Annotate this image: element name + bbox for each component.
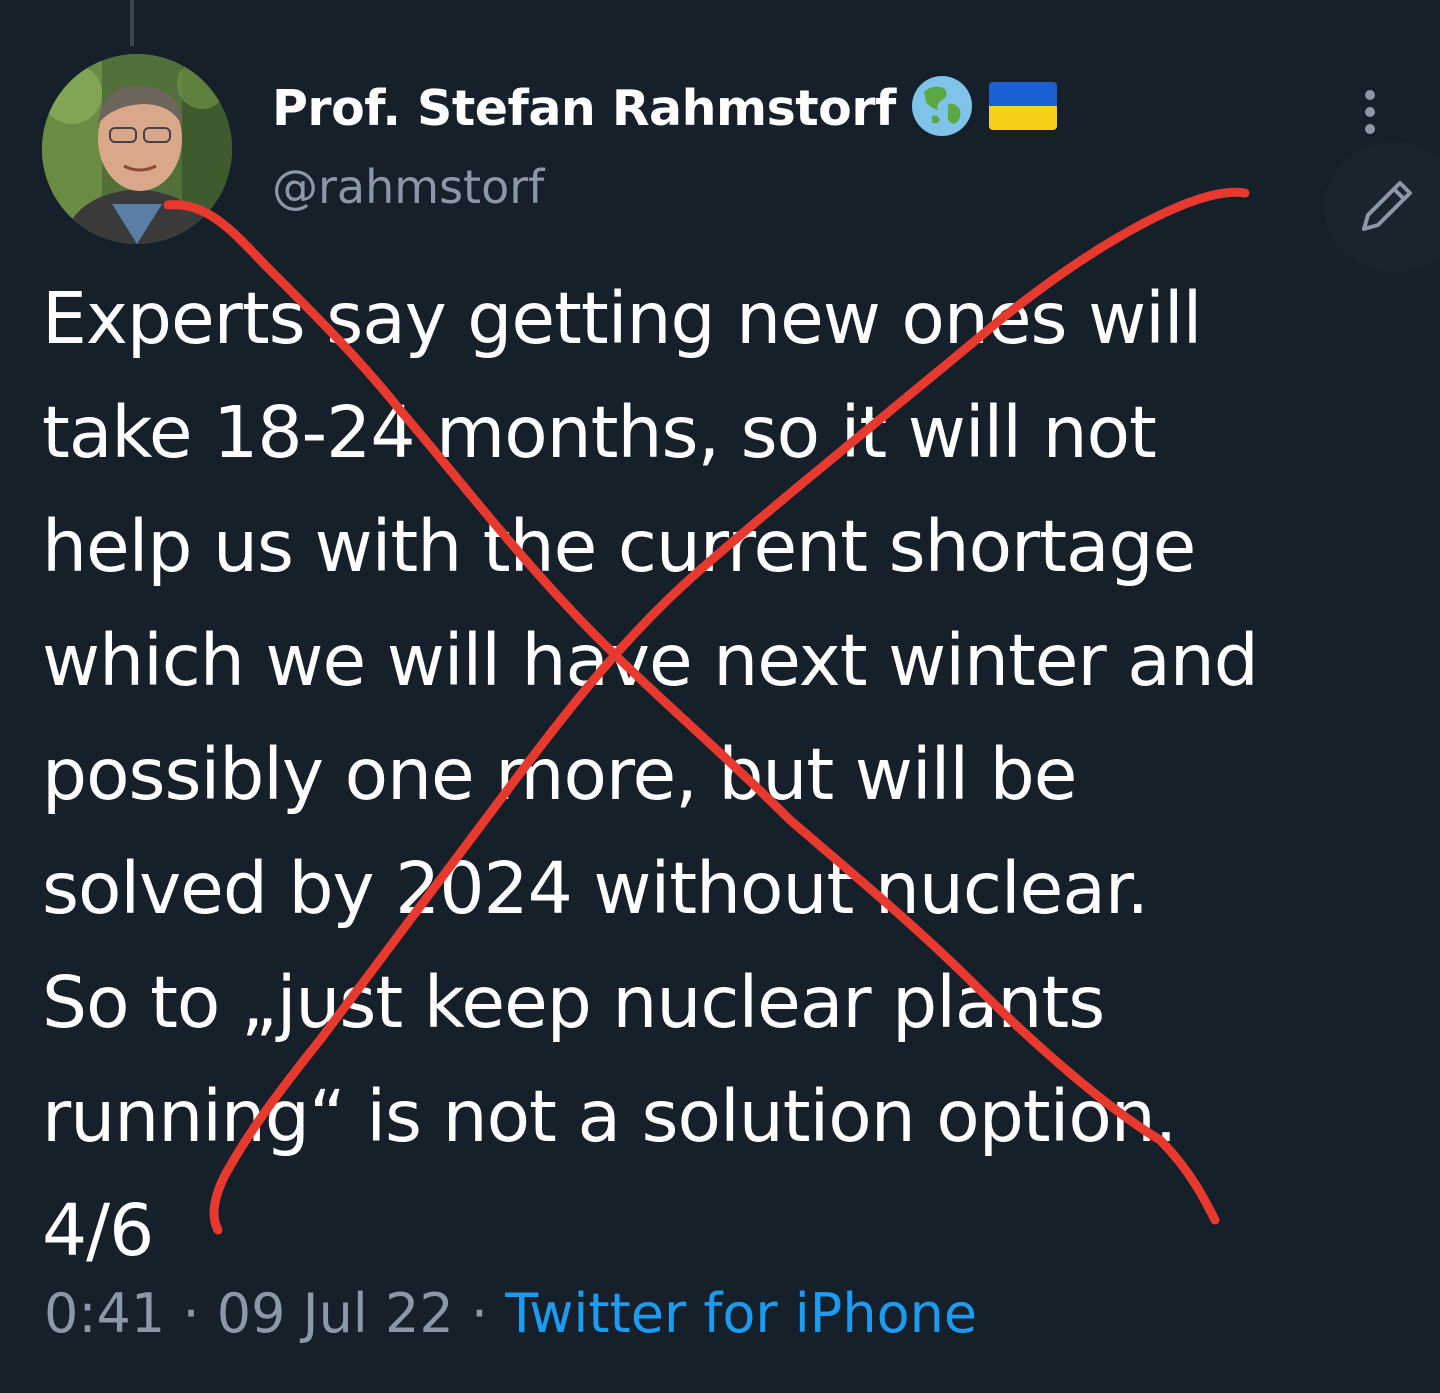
tweet-text-line: which we will have next winter and: [42, 619, 1259, 702]
tweet-time[interactable]: 0:41: [44, 1282, 165, 1345]
tweet-text-line: possibly one more, but will be: [42, 733, 1077, 816]
compose-button[interactable]: [1324, 142, 1440, 272]
more-vertical-icon: [1365, 90, 1375, 134]
author-display-name[interactable]: Prof. Stefan Rahmstorf: [272, 80, 896, 137]
tweet-text-line: Experts say getting new ones will: [42, 277, 1202, 360]
tweet-source-link[interactable]: Twitter for iPhone: [505, 1282, 977, 1345]
meta-separator: ·: [182, 1282, 217, 1345]
tweet-text-line: 4/6: [42, 1189, 154, 1272]
more-options-button[interactable]: [1348, 82, 1392, 142]
tweet-text-line: take 18-24 months, so it will not: [42, 391, 1157, 474]
author-name-row[interactable]: Prof. Stefan Rahmstorf: [272, 72, 1058, 144]
avatar[interactable]: [42, 54, 232, 244]
tweet-meta: 0:41 · 09 Jul 22 · Twitter for iPhone: [44, 1282, 977, 1345]
tweet-text-line: So to „just keep nuclear plants: [42, 961, 1105, 1044]
meta-separator: ·: [470, 1282, 506, 1345]
tweet-text: Experts say getting new ones will take 1…: [42, 262, 1422, 1288]
thread-connector-line: [130, 0, 134, 46]
tweet-text-line: solved by 2024 without nuclear.: [42, 847, 1149, 930]
globe-asia-australia-emoji-icon: [910, 74, 974, 142]
ukraine-flag-emoji-icon: [988, 81, 1058, 135]
tweet-text-line: running“ is not a solution option.: [42, 1075, 1177, 1158]
tweet-date[interactable]: 09 Jul 22: [217, 1282, 454, 1345]
pencil-icon: [1362, 181, 1412, 231]
tweet-text-line: help us with the current shortage: [42, 505, 1196, 588]
author-handle[interactable]: @rahmstorf: [272, 160, 544, 214]
